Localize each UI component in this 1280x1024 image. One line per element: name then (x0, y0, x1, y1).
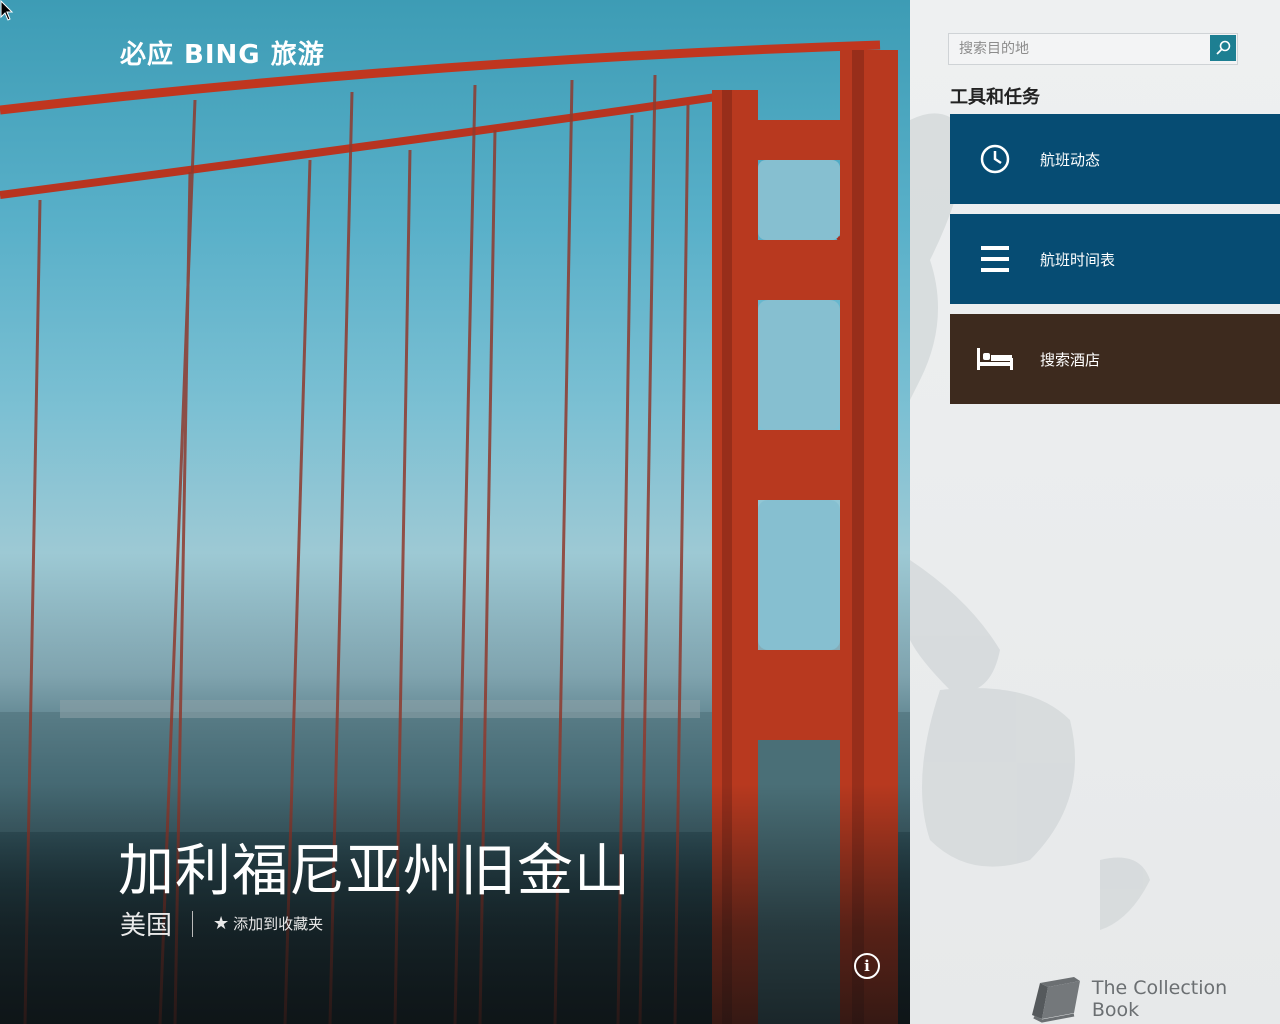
book-icon (1032, 977, 1080, 1023)
destination-search-input[interactable] (949, 34, 1219, 64)
flight-schedule-label: 航班时间表 (1040, 250, 1116, 269)
bed-icon (950, 346, 1040, 372)
info-button[interactable]: i (854, 953, 880, 979)
star-add-icon: ★ (213, 913, 230, 934)
sidebar: 工具和任务 航班动态 航班时间表 搜索酒店 The Collection Boo… (910, 0, 1280, 1024)
collection-book-footer[interactable]: The Collection Book (1028, 975, 1280, 1023)
hotel-search-label: 搜索酒店 (1040, 350, 1101, 369)
hero-panel: 必应 BING 旅游 加利福尼亚州旧金山 美国 ★ 添加到收藏夹 i (0, 0, 910, 1024)
country-label[interactable]: 美国 (120, 905, 172, 942)
app-brand[interactable]: 必应 BING 旅游 (120, 34, 325, 71)
search-icon (1216, 40, 1231, 55)
list-icon (950, 243, 1040, 275)
country-row: 美国 ★ 添加到收藏夹 (120, 905, 323, 942)
mouse-cursor-icon (0, 0, 14, 21)
info-icon: i (864, 957, 870, 975)
divider (192, 910, 194, 937)
tools-section-title: 工具和任务 (950, 87, 1040, 108)
flight-status-tile[interactable]: 航班动态 (950, 114, 1280, 204)
collection-book-label: The Collection Book (1091, 977, 1228, 1021)
city-title: 加利福尼亚州旧金山 (118, 839, 631, 904)
search-box (948, 33, 1238, 65)
hotel-search-tile[interactable]: 搜索酒店 (950, 314, 1280, 404)
search-button[interactable] (1210, 35, 1236, 61)
add-to-favorites-label: 添加到收藏夹 (233, 915, 324, 933)
flight-schedule-tile[interactable]: 航班时间表 (950, 214, 1280, 304)
clock-icon (950, 143, 1040, 175)
add-to-favorites-button[interactable]: ★ 添加到收藏夹 (213, 913, 323, 934)
flight-status-label: 航班动态 (1040, 150, 1101, 169)
